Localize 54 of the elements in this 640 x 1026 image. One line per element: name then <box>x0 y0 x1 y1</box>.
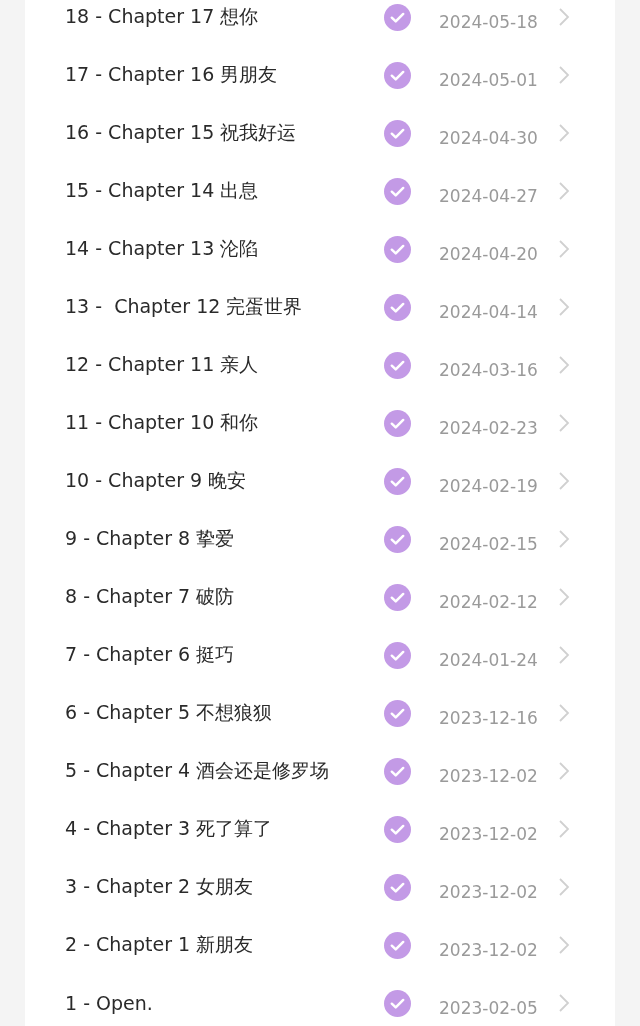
chevron-right-icon[interactable] <box>558 181 570 201</box>
chapter-title[interactable]: 10 - Chapter 9 晚安 <box>65 468 384 494</box>
chevron-right-icon[interactable] <box>558 587 570 607</box>
chapter-date: 2023-12-02 <box>439 823 539 844</box>
chapter-title[interactable]: 1 - Open. <box>65 992 384 1014</box>
chapter-title[interactable]: 12 - Chapter 11 亲人 <box>65 352 384 378</box>
chevron-right-icon[interactable] <box>558 355 570 375</box>
chevron-right-icon[interactable] <box>558 529 570 549</box>
chapter-date: 2023-12-02 <box>439 765 539 786</box>
chapter-date: 2023-12-02 <box>439 881 539 902</box>
chevron-right-icon[interactable] <box>558 877 570 897</box>
chapter-date: 2024-04-20 <box>439 243 539 264</box>
chapter-title[interactable]: 17 - Chapter 16 男朋友 <box>65 62 384 88</box>
chapter-title[interactable]: 4 - Chapter 3 死了算了 <box>65 816 384 842</box>
chapter-date: 2024-02-23 <box>439 417 539 438</box>
chapter-title[interactable]: 2 - Chapter 1 新朋友 <box>65 932 384 958</box>
chapter-date: 2023-12-16 <box>439 707 539 728</box>
chapter-title[interactable]: 8 - Chapter 7 破防 <box>65 584 384 610</box>
chapter-title[interactable]: 5 - Chapter 4 酒会还是修罗场 <box>65 758 384 784</box>
chevron-right-icon[interactable] <box>558 123 570 143</box>
chapter-date: 2023-12-02 <box>439 939 539 960</box>
chapter-date: 2024-02-15 <box>439 533 539 554</box>
chapter-title[interactable]: 18 - Chapter 17 想你 <box>65 4 384 30</box>
chapter-title[interactable]: 14 - Chapter 13 沦陷 <box>65 236 384 262</box>
chapter-date: 2024-04-30 <box>439 127 539 148</box>
chevron-right-icon[interactable] <box>558 471 570 491</box>
chapter-date: 2024-01-24 <box>439 649 539 670</box>
chapter-date: 2024-02-19 <box>439 475 539 496</box>
chapter-title[interactable]: 6 - Chapter 5 不想狼狈 <box>65 700 384 726</box>
chapter-date: 2024-05-18 <box>439 11 539 32</box>
chevron-right-icon[interactable] <box>558 65 570 85</box>
chevron-right-icon[interactable] <box>558 819 570 839</box>
chapter-title[interactable]: 13 - Chapter 12 完蛋世界 <box>65 294 384 320</box>
chevron-right-icon[interactable] <box>558 993 570 1013</box>
chapter-title[interactable]: 16 - Chapter 15 祝我好运 <box>65 120 384 146</box>
chapter-title[interactable]: 11 - Chapter 10 和你 <box>65 410 384 436</box>
chapter-date: 2024-04-14 <box>439 301 539 322</box>
chevron-right-icon[interactable] <box>558 703 570 723</box>
chapter-title[interactable]: 9 - Chapter 8 挚爱 <box>65 526 384 552</box>
chevron-right-icon[interactable] <box>558 645 570 665</box>
chapter-date: 2024-04-27 <box>439 185 539 206</box>
chapter-title[interactable]: 15 - Chapter 14 出息 <box>65 178 384 204</box>
chapter-date: 2024-02-12 <box>439 591 539 612</box>
chapter-title[interactable]: 7 - Chapter 6 挺巧 <box>65 642 384 668</box>
chapter-title[interactable]: 3 - Chapter 2 女朋友 <box>65 874 384 900</box>
chapter-date: 2024-03-16 <box>439 359 539 380</box>
chevron-right-icon[interactable] <box>558 413 570 433</box>
chevron-right-icon[interactable] <box>558 761 570 781</box>
chapter-date: 2024-05-01 <box>439 69 539 90</box>
chevron-right-icon[interactable] <box>558 297 570 317</box>
chevron-right-icon[interactable] <box>558 7 570 27</box>
chevron-right-icon[interactable] <box>558 239 570 259</box>
chapter-date: 2023-02-05 <box>439 997 539 1018</box>
chevron-right-icon[interactable] <box>558 935 570 955</box>
